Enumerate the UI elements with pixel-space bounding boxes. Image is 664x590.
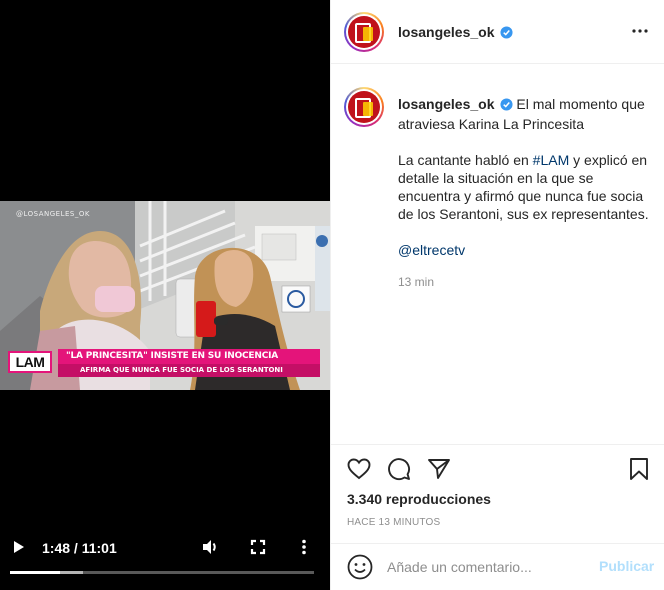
more-vertical-icon[interactable] <box>300 539 308 560</box>
share-icon[interactable] <box>427 457 451 486</box>
video-controls: 1:48 / 11:01 <box>0 530 330 590</box>
video-player[interactable]: @LOSANGELES_OK LAM "LA PRINCESITA" INSIS… <box>0 0 330 590</box>
more-horizontal-icon[interactable] <box>631 22 649 45</box>
video-frame[interactable]: @LOSANGELES_OK LAM "LA PRINCESITA" INSIS… <box>0 201 330 390</box>
progress-fill <box>10 571 60 574</box>
publish-button[interactable]: Publicar <box>599 558 654 574</box>
mention-link[interactable]: @eltrecetv <box>398 242 465 258</box>
caption-body: La cantante habló en #LAM y explicó en d… <box>398 151 650 223</box>
avatar[interactable] <box>344 87 384 127</box>
hashtag-link[interactable]: #LAM <box>533 152 570 168</box>
volume-icon[interactable] <box>201 538 219 561</box>
post-age[interactable]: HACE 13 MINUTOS <box>347 517 440 528</box>
username-text[interactable]: losangeles_ok <box>398 24 495 40</box>
caption-timestamp[interactable]: 13 min <box>398 273 650 291</box>
post-username[interactable]: losangeles_ok <box>398 24 513 42</box>
video-progress-bar[interactable] <box>10 571 314 574</box>
lower-third-subline: AFIRMA QUE NUNCA FUE SOCIA DE LOS SERANT… <box>58 364 320 377</box>
emoji-icon[interactable] <box>347 554 373 585</box>
post-actions: 3.340 reproducciones HACE 13 MINUTOS <box>331 444 664 544</box>
verified-badge-icon <box>499 97 513 115</box>
play-icon[interactable] <box>12 539 26 560</box>
verified-badge-icon <box>499 26 513 42</box>
post-header: losangeles_ok <box>331 0 664 64</box>
fullscreen-icon[interactable] <box>250 539 266 560</box>
lower-third-headline: "LA PRINCESITA" INSISTE EN SU INOCENCIA <box>58 349 320 364</box>
bookmark-icon[interactable] <box>627 457 651 486</box>
lam-logo: LAM <box>8 351 52 373</box>
comment-input[interactable] <box>387 556 587 578</box>
video-time: 1:48 / 11:01 <box>42 540 117 556</box>
heart-icon[interactable] <box>347 457 371 486</box>
comment-form: Publicar <box>331 543 664 590</box>
comment-icon[interactable] <box>387 457 411 486</box>
post-sidebar: losangeles_ok losangeles_ok El mal momen… <box>330 0 664 590</box>
caption-body-prefix: La cantante habló en <box>398 152 533 168</box>
video-watermark: @LOSANGELES_OK <box>16 210 90 218</box>
caption: losangeles_ok El mal momento que atravie… <box>398 95 650 291</box>
views-count[interactable]: 3.340 reproducciones <box>347 491 491 507</box>
avatar[interactable] <box>344 12 384 52</box>
news-lower-third: LAM "LA PRINCESITA" INSISTE EN SU INOCEN… <box>8 349 320 377</box>
caption-area: losangeles_ok El mal momento que atravie… <box>331 65 664 445</box>
caption-username[interactable]: losangeles_ok <box>398 96 495 112</box>
